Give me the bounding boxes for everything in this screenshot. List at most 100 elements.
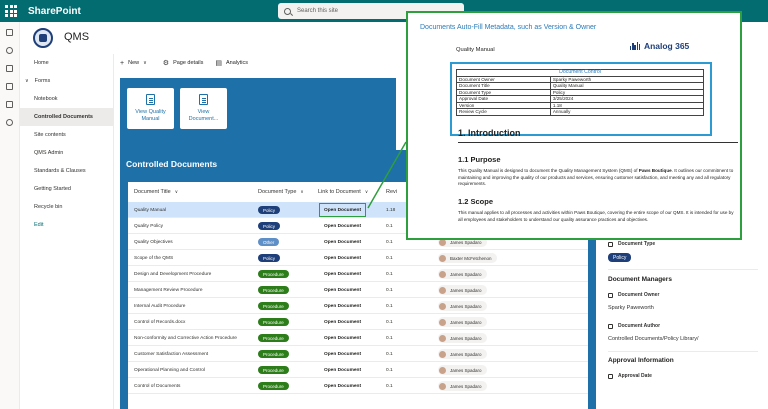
table-row[interactable]: Non-conformity and Corrective Action Pro… — [128, 330, 588, 346]
open-document-link[interactable]: Open Document — [324, 362, 361, 378]
files-icon[interactable] — [6, 83, 13, 90]
nav-item-home[interactable]: Home — [20, 54, 113, 72]
chevron-down-icon[interactable]: ∨ — [25, 78, 29, 84]
globe-icon[interactable] — [6, 47, 13, 54]
nav-item-standards[interactable]: Standards & Clauses — [20, 162, 113, 180]
column-header-label: Document Title — [134, 189, 171, 195]
logo-text: Analog 365 — [643, 41, 690, 51]
nav-item-qms-admin[interactable]: QMS Admin — [20, 144, 113, 162]
revision-cell: 0.1 — [386, 223, 393, 229]
document-title-cell[interactable]: Quality Objectives — [134, 234, 173, 250]
person-name: James Spadaro — [450, 287, 482, 293]
person-chip[interactable]: Baxter McFetchenon — [438, 253, 497, 263]
person-name: James Spadaro — [450, 367, 482, 373]
field-label: Approval Date — [618, 373, 652, 379]
new-button[interactable]: + New ∨ — [120, 60, 151, 67]
app-launcher-icon[interactable] — [0, 0, 22, 22]
column-header-link[interactable]: Link to Document ∨ — [318, 182, 368, 202]
open-document-link[interactable]: Open Document — [324, 218, 361, 234]
paragraph-text: This Quality Manual is designed to docum… — [458, 168, 639, 173]
document-title-cell[interactable]: Operational Planning and Control — [134, 362, 205, 378]
page-details-label: Page details — [173, 60, 204, 66]
brand-label[interactable]: SharePoint — [28, 6, 81, 17]
document-title-cell[interactable]: Internal Audit Procedure — [134, 298, 185, 314]
quick-link-quality-manual[interactable]: View Quality Manual — [127, 88, 174, 129]
control-key: Review Cycle — [456, 108, 551, 116]
person-chip[interactable]: James Spadaro — [438, 317, 487, 327]
open-document-link[interactable]: Open Document — [324, 378, 361, 394]
revision-cell: 0.1 — [386, 271, 393, 277]
open-document-link[interactable]: Open Document — [324, 298, 361, 314]
analytics-label: Analytics — [225, 60, 248, 66]
document-type-badge: Procedure — [258, 382, 289, 390]
open-document-link[interactable]: Open Document — [324, 266, 361, 282]
document-title-cell[interactable]: Control of Documents — [134, 378, 180, 394]
document-type-badge: Procedure — [258, 350, 289, 358]
nav-item-getting-started[interactable]: Getting Started — [20, 180, 113, 198]
table-row[interactable]: Control of Records.docx Procedure Open Doc… — [128, 314, 588, 330]
quick-link-label: View — [197, 109, 210, 115]
quick-link-label: Manual — [141, 116, 160, 122]
document-title-cell[interactable]: Non-conformity and Corrective Action Pro… — [134, 330, 237, 346]
revision-cell: 0.1 — [386, 319, 393, 325]
nav-edit-link[interactable]: Edit — [20, 216, 113, 234]
column-header-type[interactable]: Document Type ∨ — [258, 182, 304, 202]
document-title-cell[interactable]: Scope of the QMS — [134, 250, 173, 266]
open-document-link[interactable]: Open Document — [324, 346, 361, 362]
logo-bars-icon — [630, 42, 641, 50]
table-row[interactable]: Operational Planning and Control Procedur… — [128, 362, 588, 378]
table-row[interactable]: Management Review Procedure Procedure Open… — [128, 282, 588, 298]
person-chip[interactable]: James Spadaro — [438, 365, 487, 375]
column-header-title[interactable]: Document Title ∨ — [134, 182, 178, 202]
document-title-cell[interactable]: Design and Development Procedure — [134, 266, 211, 282]
document-author-value: Controlled Documents/Policy Library/ — [608, 336, 699, 342]
open-document-link[interactable]: Open Document — [318, 203, 367, 217]
nav-item-notebook[interactable]: Notebook — [20, 90, 113, 108]
document-type-badge: Procedure — [258, 366, 289, 374]
table-row[interactable]: Scope of the QMS Policy Open Document 0.1 Ba… — [128, 250, 588, 266]
analytics-icon: ▤ — [215, 60, 222, 67]
nav-item-forms[interactable]: ∨ Forms — [20, 72, 113, 90]
news-icon[interactable] — [6, 65, 13, 72]
analytics-button[interactable]: ▤ Analytics — [215, 59, 248, 67]
nav-item-site-contents[interactable]: Site contents — [20, 126, 113, 144]
page-details-button[interactable]: ⚙ Page details — [163, 59, 204, 67]
site-title[interactable]: QMS — [64, 31, 89, 43]
person-chip[interactable]: James Spadaro — [438, 381, 487, 391]
person-name: James Spadaro — [450, 383, 482, 389]
open-document-link[interactable]: Open Document — [324, 250, 361, 266]
person-chip[interactable]: James Spadaro — [438, 301, 487, 311]
person-name: James Spadaro — [450, 239, 482, 245]
lists-icon[interactable] — [6, 101, 13, 108]
open-document-link[interactable]: Open Document — [324, 234, 361, 250]
table-row[interactable]: Control of Documents Procedure Open Docume… — [128, 378, 588, 394]
table-row[interactable]: Internal Audit Procedure Procedure Open Do… — [128, 298, 588, 314]
open-document-link[interactable]: Open Document — [324, 314, 361, 330]
nav-item-controlled-documents[interactable]: Controlled Documents — [20, 108, 113, 126]
person-chip[interactable]: James Spadaro — [438, 349, 487, 359]
home-icon[interactable] — [6, 29, 13, 36]
callout-caption: Documents Auto-Fill Metadata, such as Ve… — [420, 24, 597, 31]
document-title-cell[interactable]: Quality Policy — [134, 218, 163, 234]
table-row[interactable]: Design and Development Procedure Procedur… — [128, 266, 588, 282]
person-chip[interactable]: James Spadaro — [438, 333, 487, 343]
document-title-cell[interactable]: Customer Satisfaction Assessment — [134, 346, 208, 362]
section-heading-purpose: 1.1 Purpose — [458, 155, 501, 164]
document-title-cell[interactable]: Quality Manual — [134, 202, 166, 218]
nav-item-recycle-bin[interactable]: Recycle bin — [20, 198, 113, 216]
column-header-revision[interactable]: Revi — [386, 182, 397, 202]
document-title-cell[interactable]: Management Review Procedure — [134, 282, 203, 298]
section-heading-introduction: 1. Introduction — [458, 128, 521, 138]
document-type-value: Policy — [608, 253, 632, 262]
create-icon[interactable] — [6, 119, 13, 126]
avatar — [439, 302, 446, 310]
person-chip[interactable]: James Spadaro — [438, 285, 487, 295]
document-title-cell[interactable]: Control of Records.docx — [134, 314, 185, 330]
table-row[interactable]: Customer Satisfaction Assessment Procedur… — [128, 346, 588, 362]
document-control-table: Document Control Document Owner Sparky Pa… — [456, 69, 705, 116]
quick-link-view-document[interactable]: View Document... — [180, 88, 227, 129]
person-chip[interactable]: James Spadaro — [438, 269, 487, 279]
open-document-link[interactable]: Open Document — [324, 282, 361, 298]
open-document-link[interactable]: Open Document — [324, 330, 361, 346]
site-logo[interactable] — [33, 28, 53, 48]
